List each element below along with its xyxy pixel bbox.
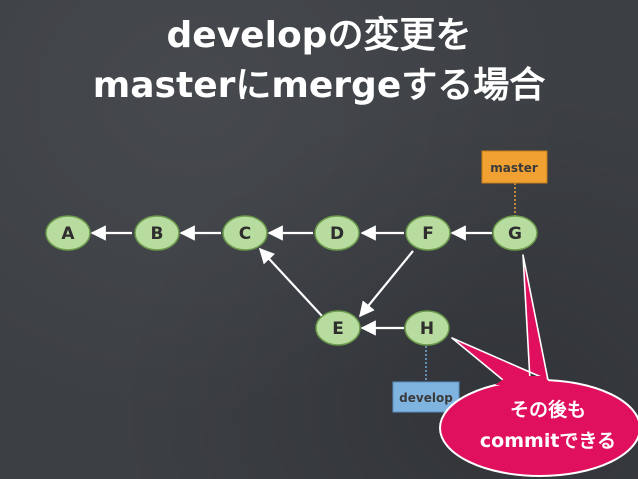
arrow-e-to-c [258,247,323,317]
commit-node-e: E [315,310,361,346]
commit-label-a: A [61,224,75,244]
commit-label-b: B [151,224,164,244]
commit-node-g: G [492,215,538,251]
commit-label-c: C [239,224,251,244]
commit-node-f: F [405,215,451,251]
callout-line-1: その後も [510,398,586,421]
commit-node-d: D [314,215,360,251]
slide: developの変更を masterにmergeする場合 A B C D F G… [0,0,638,479]
commit-node-h: H [404,310,450,346]
commit-node-a: A [45,215,91,251]
commit-label-e: E [332,319,344,339]
git-branch-diagram: A B C D F G E H master develop その後も comm… [45,150,638,477]
master-tag-label: master [490,161,538,175]
master-branch-tag: master [481,150,548,184]
commit-label-d: D [330,224,344,244]
develop-tag-label: develop [399,391,453,405]
commit-label-h: H [420,319,434,339]
commit-label-f: F [422,224,434,244]
commit-node-b: B [134,215,180,251]
arrow-f-to-e [359,250,414,318]
commit-label-g: G [508,224,522,244]
commit-node-c: C [222,215,268,251]
callout-line-2: commitできる [480,430,616,452]
callout-bubble: その後も commitできる [439,254,638,477]
